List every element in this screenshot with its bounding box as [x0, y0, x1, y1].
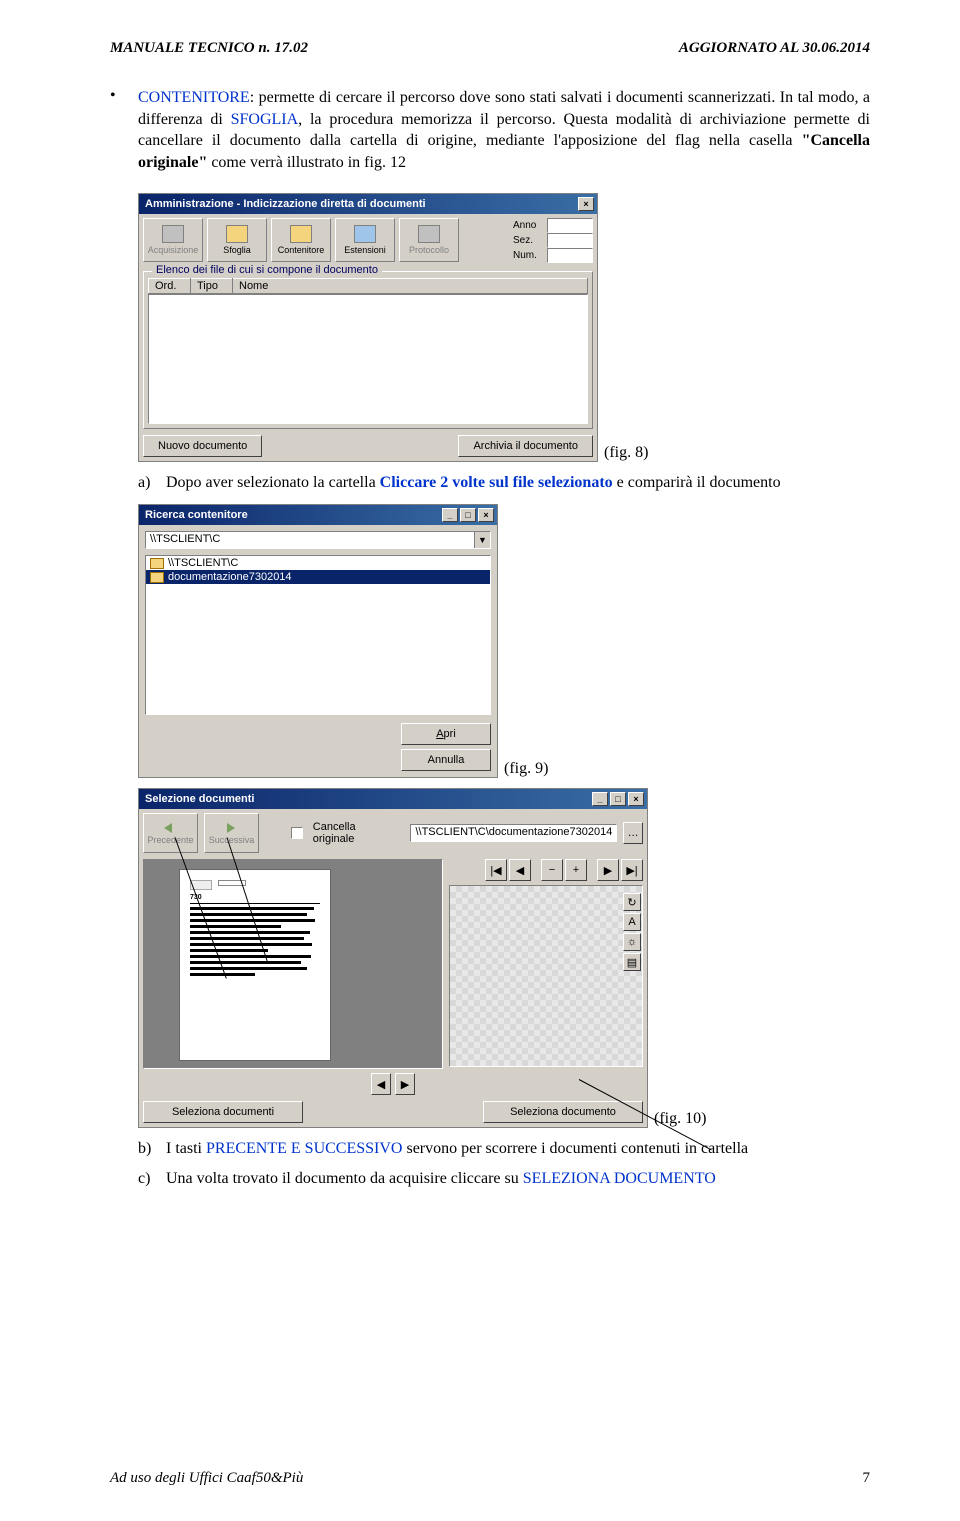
cancella-originale-checkbox[interactable] [291, 827, 303, 839]
col-ord: Ord. [149, 279, 191, 294]
file-list[interactable] [148, 294, 588, 424]
nav-precedente-button[interactable]: Precedente [143, 813, 198, 853]
label-anno: Anno [513, 219, 547, 233]
path-field[interactable]: \\TSCLIENT\C\documentazione7302014 [410, 824, 617, 842]
nav-successiva-button[interactable]: Successiva [204, 813, 259, 853]
list-item[interactable]: \\TSCLIENT\C [146, 556, 490, 570]
item-c: c) Una volta trovato il documento da acq… [110, 1170, 870, 1188]
toolbar-contenitore[interactable]: Contenitore [271, 218, 331, 262]
maximize-icon[interactable]: □ [460, 508, 476, 522]
close-icon[interactable]: × [578, 197, 594, 211]
zoom-out-button[interactable]: − [541, 859, 563, 881]
next-page-button[interactable]: ▶ [597, 859, 619, 881]
step-next-button[interactable]: ▶ [395, 1073, 415, 1095]
list-item[interactable]: documentazione7302014 [146, 570, 490, 584]
minimize-icon[interactable]: _ [592, 792, 608, 806]
item-a: a) Dopo aver selezionato la cartella Cli… [110, 474, 870, 492]
fig8-caption: (fig. 8) [604, 444, 648, 462]
item-b: b) I tasti PRECENTE E SUCCESSIVO servono… [110, 1140, 870, 1158]
group-label: Elenco dei file di cui si compone il doc… [152, 264, 382, 276]
col-tipo: Tipo [191, 279, 233, 294]
fig9-caption: (fig. 9) [504, 760, 548, 778]
header-left: MANUALE TECNICO n. 17.02 [110, 40, 308, 57]
window-title-ricerca: Ricerca contenitore [145, 509, 248, 521]
path-combo[interactable]: \\TSCLIENT\C▼ [145, 531, 491, 549]
seleziona-documenti-button[interactable]: Seleziona documenti [143, 1101, 303, 1123]
page-number: 7 [863, 1470, 871, 1487]
window-selezione-documenti: Selezione documenti _ □ × Precedente Suc… [138, 788, 648, 1128]
rotate-button[interactable]: ↻ [623, 893, 641, 911]
toolbar-sfoglia[interactable]: Sfoglia [207, 218, 267, 262]
fig10-caption: (fig. 10) [654, 1110, 706, 1128]
tool-a-button[interactable]: A [623, 913, 641, 931]
maximize-icon[interactable]: □ [610, 792, 626, 806]
path-browse-button[interactable]: … [623, 822, 643, 844]
term-contenitore: CONTENITORE [138, 89, 250, 106]
arrow-left-icon [160, 821, 180, 835]
archivia-documento-button[interactable]: Archivia il documento [458, 435, 593, 457]
cancella-originale-label: Cancella originale [313, 821, 399, 845]
annulla-button[interactable]: Annulla [401, 749, 491, 771]
tool-c-button[interactable]: ▤ [623, 953, 641, 971]
tool-b-button[interactable]: ☼ [623, 933, 641, 951]
link-seleziona-documento: SELEZIONA DOCUMENTO [523, 1170, 716, 1187]
col-nome: Nome [233, 279, 588, 294]
prev-page-button[interactable]: ◀ [509, 859, 531, 881]
label-num: Num. [513, 249, 547, 263]
term-sfoglia: SFOGLIA [231, 111, 299, 128]
window-ricerca-contenitore: Ricerca contenitore _ □ × \\TSCLIENT\C▼ … [138, 504, 498, 778]
header-right: AGGIORNATO AL 30.06.2014 [679, 40, 870, 57]
label-sez: Sez. [513, 234, 547, 248]
first-page-button[interactable]: |◀ [485, 859, 507, 881]
folder-icon [150, 572, 164, 583]
window-title-selezione: Selezione documenti [145, 793, 254, 805]
toolbar-estensioni[interactable]: Estensioni [335, 218, 395, 262]
toolbar-protocollo[interactable]: Protocollo [399, 218, 459, 262]
minimize-icon[interactable]: _ [442, 508, 458, 522]
zoom-in-button[interactable]: + [565, 859, 587, 881]
step-prev-button[interactable]: ◀ [371, 1073, 391, 1095]
window-indicizzazione: Amministrazione - Indicizzazione diretta… [138, 193, 598, 462]
toolbar-acquisizione[interactable]: Acquisizione [143, 218, 203, 262]
close-icon[interactable]: × [628, 792, 644, 806]
link-precedente-successivo: PRECENTE E SUCCESSIVO [206, 1140, 402, 1157]
document-preview[interactable]: 730 [143, 859, 443, 1069]
link-cliccare-2-volte: Cliccare 2 volte sul file selezionato [380, 474, 613, 491]
paragraph-contenitore: CONTENITORE: permette di cercare il perc… [138, 87, 870, 173]
chevron-down-icon[interactable]: ▼ [474, 532, 490, 548]
thumbnail-area[interactable] [449, 885, 643, 1067]
footer-left: Ad uso degli Uffici Caaf50&Più [110, 1470, 303, 1487]
arrow-right-icon [221, 821, 241, 835]
folder-icon [150, 558, 164, 569]
seleziona-documento-button[interactable]: Seleziona documento [483, 1101, 643, 1123]
close-icon[interactable]: × [478, 508, 494, 522]
last-page-button[interactable]: ▶| [621, 859, 643, 881]
apri-button[interactable]: Apri [401, 723, 491, 745]
window-title: Amministrazione - Indicizzazione diretta… [145, 198, 426, 210]
nuovo-documento-button[interactable]: Nuovo documento [143, 435, 262, 457]
folder-list[interactable]: \\TSCLIENT\C documentazione7302014 [145, 555, 491, 715]
